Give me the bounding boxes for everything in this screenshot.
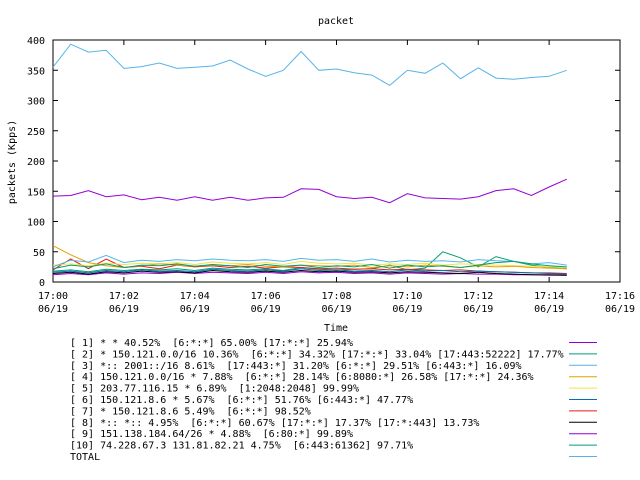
legend-entry-label: [ 2] * 150.121.0.0/16 10.36% [6:*:*] 34.… [70, 349, 564, 360]
x-tick-date: 06/19 [392, 304, 422, 315]
x-tick-date: 06/19 [605, 304, 635, 315]
legend-entry-label: [ 5] 203.77.116.15 * 6.89% [1:2048:2048]… [70, 384, 359, 395]
x-tick-label: 17:10 [392, 291, 422, 302]
series-lines [52, 43, 568, 276]
y-tick-label: 100 [27, 218, 45, 229]
legend-entry-label: [ 9] 151.138.184.64/26 * 4.88% [6:80:*] … [70, 429, 353, 440]
x-tick-date: 06/19 [109, 304, 139, 315]
legend-entry-label: [ 8] *:: *:: 4.95% [6:*:*] 60.67% [17:*:… [70, 418, 479, 429]
x-tick-label: 17:06 [251, 291, 281, 302]
series-line-11 [52, 43, 567, 87]
y-tick-label: 250 [27, 127, 45, 138]
legend-entry-label: [ 7] * 150.121.8.6 5.49% [6:*:*] 98.52% [70, 406, 311, 417]
y-tick-label: 50 [33, 248, 45, 259]
x-tick-label: 17:14 [534, 291, 564, 302]
x-tick-date: 06/19 [463, 304, 493, 315]
legend-entry-label: [10] 74.228.67.3 131.81.82.21 4.75% [6:4… [70, 441, 413, 452]
y-tick-label: 150 [27, 187, 45, 198]
y-tick-label: 300 [27, 97, 45, 108]
x-tick-label: 17:00 [38, 291, 68, 302]
x-tick-date: 06/19 [38, 304, 68, 315]
series-line-1 [52, 178, 568, 204]
y-axis-label: packets (Kpps) [7, 120, 18, 204]
x-axis-label: Time [324, 323, 348, 334]
legend: [ 1] * * 40.52% [6:*:*] 65.00% [17:*:*] … [70, 338, 597, 463]
legend-entry-label: [ 3] *:: 2001::/16 8.61% [17:443:*] 31.2… [70, 361, 522, 372]
y-tick-label: 350 [27, 66, 45, 77]
chart: packet 0 50 100 150 200 250 300 350 400 17:00 06/… [7, 16, 635, 463]
plot-frame [52, 39, 621, 283]
x-tick-label: 17:16 [605, 291, 635, 302]
x-tick-label: 17:12 [463, 291, 493, 302]
x-tick-date: 06/19 [321, 304, 351, 315]
legend-entry-label: [ 6] 150.121.8.6 * 5.67% [6:*:*] 51.76% … [70, 395, 413, 406]
plot-border [52, 39, 621, 283]
chart-title: packet [318, 16, 354, 27]
x-tick-label: 17:08 [321, 291, 351, 302]
legend-entry-label: [ 4] 150.121.0.0/16 * 7.88% [6:*:*] 28.1… [70, 372, 534, 383]
legend-entry-label: TOTAL [70, 452, 100, 463]
y-tick-label: 200 [27, 157, 45, 168]
y-tick-label: 400 [27, 36, 45, 47]
x-tick-date: 06/19 [251, 304, 281, 315]
x-tick-label: 17:02 [109, 291, 139, 302]
x-tick-date: 06/19 [534, 304, 564, 315]
x-tick-label: 17:04 [180, 291, 210, 302]
x-tick-date: 06/19 [180, 304, 210, 315]
legend-entry-label: [ 1] * * 40.52% [6:*:*] 65.00% [17:*:*] … [70, 338, 353, 349]
y-axis-ticks: 0 50 100 150 200 250 300 350 400 [27, 36, 620, 289]
y-tick-label: 0 [39, 278, 45, 289]
